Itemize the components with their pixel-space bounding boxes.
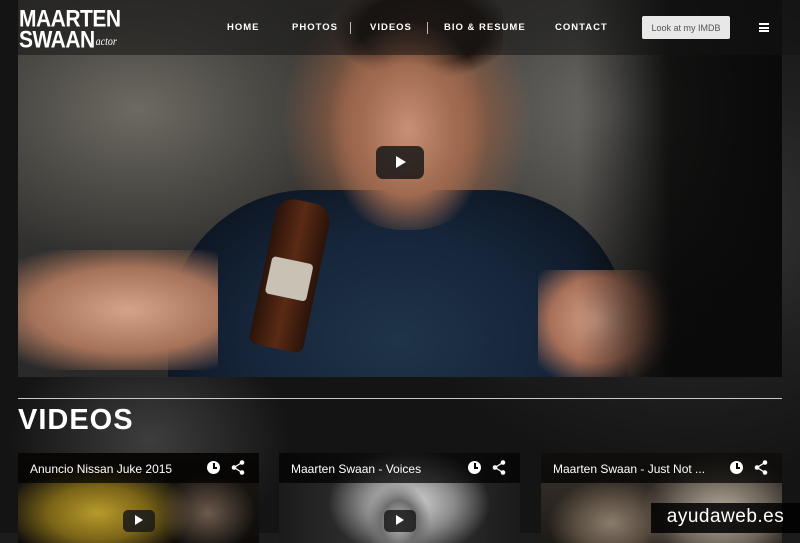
video-card-title[interactable]: Maarten Swaan - Voices (291, 462, 421, 476)
share-icon[interactable] (754, 460, 768, 475)
nav-item-home[interactable]: HOME (227, 22, 260, 33)
clock-icon[interactable] (207, 461, 220, 474)
nav-item-photos[interactable]: PHOTOS (292, 22, 338, 33)
nav-item-videos[interactable]: VIDEOS (370, 22, 412, 33)
video-play-button[interactable] (123, 510, 155, 532)
nav-separator (427, 22, 428, 34)
hamburger-menu-icon[interactable] (759, 23, 769, 32)
nav-item-bio-resume[interactable]: BIO & RESUME (444, 22, 526, 33)
logo-subtitle: actor (95, 35, 117, 49)
hero-frame-shadow (578, 0, 782, 377)
clock-icon[interactable] (730, 461, 743, 474)
site-logo[interactable]: MAARTEN SWAANactor (19, 7, 121, 54)
hero-play-button[interactable] (376, 146, 424, 179)
nav-item-contact[interactable]: CONTACT (555, 22, 608, 33)
section-divider (18, 398, 782, 399)
play-icon (396, 515, 404, 525)
clock-icon[interactable] (468, 461, 481, 474)
video-play-button[interactable] (384, 510, 416, 532)
logo-line-2: SWAAN (19, 26, 95, 54)
watermark: ayudaweb.es (651, 503, 800, 533)
video-card[interactable]: Maarten Swaan - Voices (279, 453, 520, 543)
play-icon (396, 156, 406, 168)
site-header: MAARTEN SWAANactor HOME PHOTOS VIDEOS BI… (0, 0, 800, 55)
play-icon (135, 515, 143, 525)
nav-separator (350, 22, 351, 34)
share-icon[interactable] (492, 460, 506, 475)
share-icon[interactable] (231, 460, 245, 475)
videos-section-title: VIDEOS (18, 404, 134, 436)
hero-frame-arm (18, 250, 218, 370)
video-card[interactable]: Anuncio Nissan Juke 2015 (18, 453, 259, 543)
hero-video[interactable] (18, 0, 782, 377)
imdb-button[interactable]: Look at my IMDB (642, 16, 730, 39)
video-card-title[interactable]: Maarten Swaan - Just Not ... (553, 462, 705, 476)
video-card-title[interactable]: Anuncio Nissan Juke 2015 (30, 462, 172, 476)
